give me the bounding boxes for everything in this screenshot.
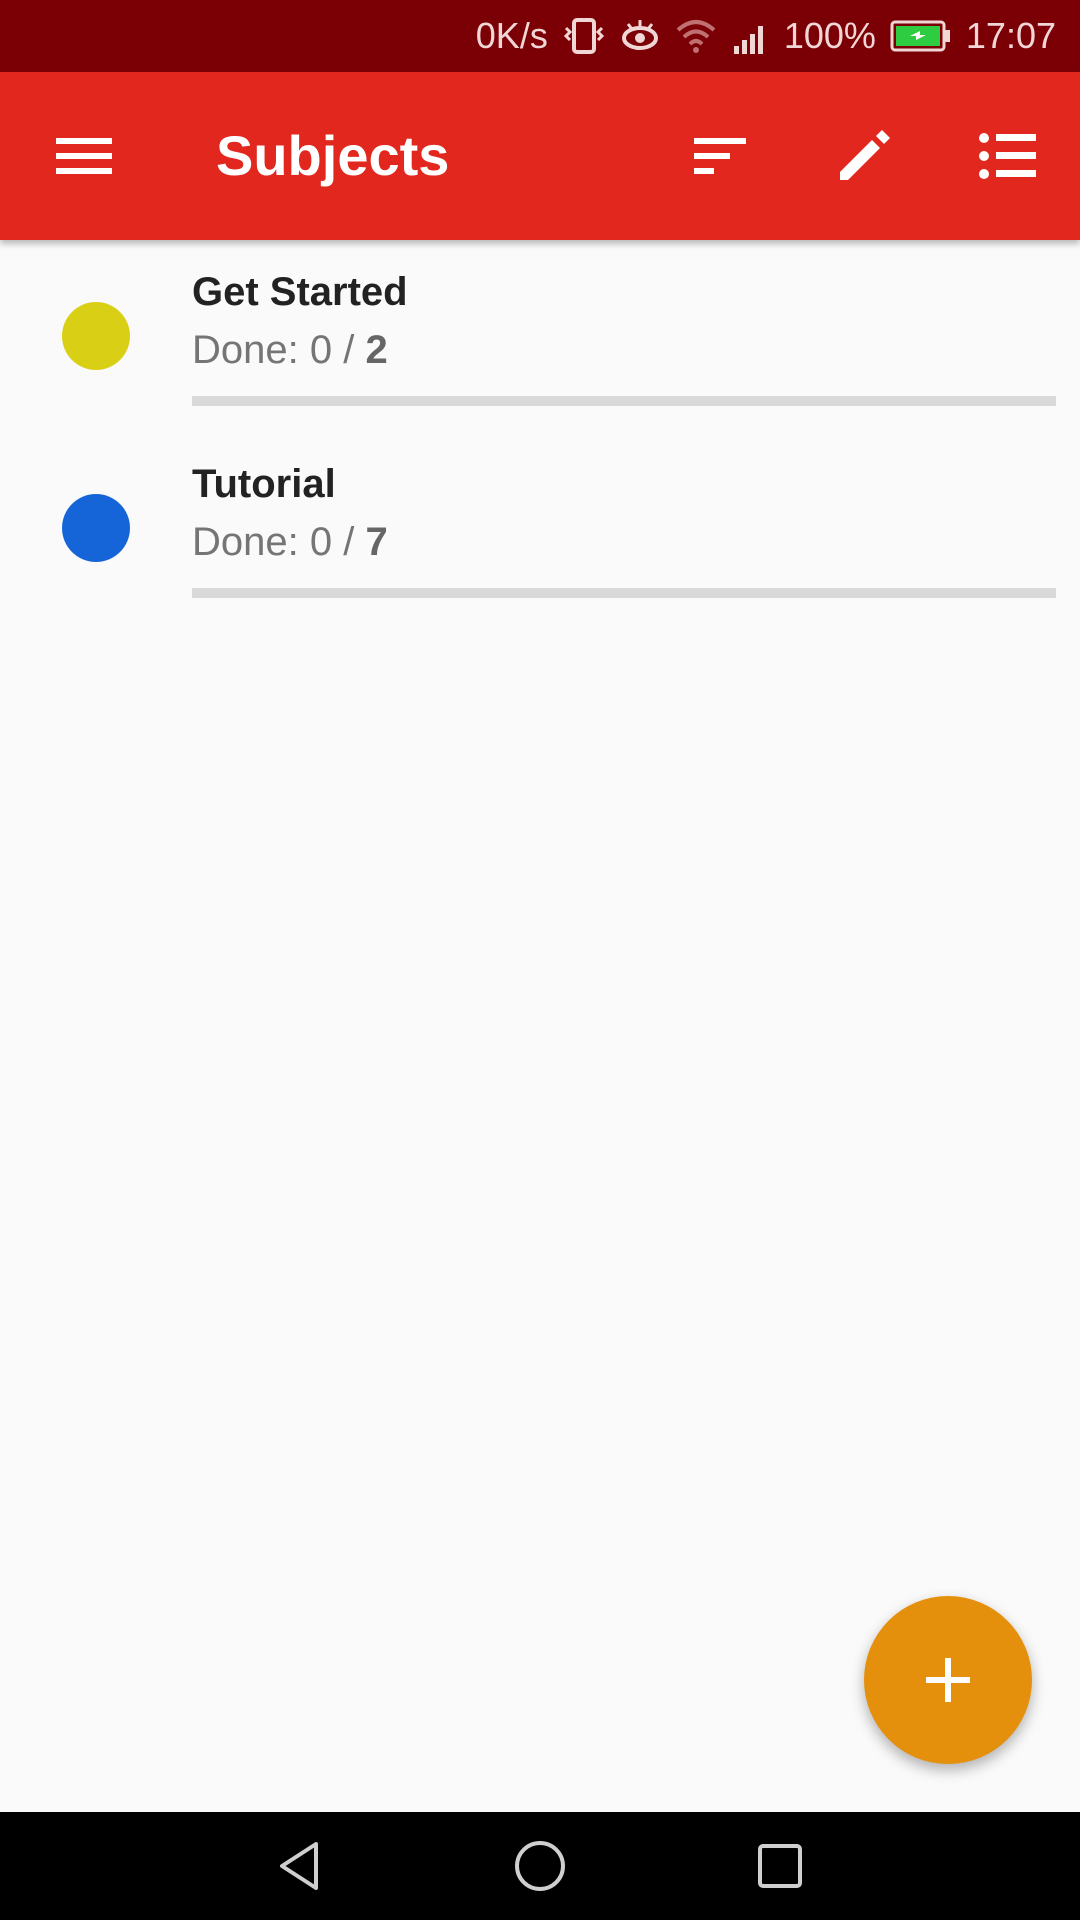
wifi-icon	[674, 16, 718, 56]
sort-icon	[694, 138, 746, 174]
subject-title: Tutorial	[192, 462, 336, 506]
edit-button[interactable]	[804, 72, 924, 240]
edit-icon	[840, 130, 890, 180]
page-title: Subjects	[216, 124, 450, 187]
home-icon	[515, 1841, 565, 1891]
signal-icon	[732, 16, 770, 56]
clock: 17:07	[965, 15, 1056, 56]
battery-icon	[890, 20, 952, 52]
sort-button[interactable]	[660, 72, 780, 240]
menu-button[interactable]	[24, 72, 144, 240]
recents-icon	[758, 1844, 802, 1888]
subject-color-dot	[62, 302, 130, 370]
add-icon	[926, 1658, 970, 1702]
subject-color-dot	[62, 494, 130, 562]
back-button[interactable]	[240, 1812, 360, 1920]
done-total: 7	[365, 520, 388, 564]
subject-item-tutorial[interactable]: Tutorial Done: 0 / 7	[0, 432, 1080, 624]
back-icon	[280, 1842, 318, 1890]
status-bar: 0K/s 100% 17:07	[0, 0, 1080, 72]
list-view-button[interactable]	[948, 72, 1068, 240]
done-total: 2	[365, 328, 388, 372]
system-nav-bar	[0, 1812, 1080, 1920]
home-button[interactable]	[480, 1812, 600, 1920]
done-label: Done: 0 /	[192, 328, 366, 372]
list-icon	[979, 133, 1036, 179]
app-bar: Subjects	[0, 72, 1080, 240]
menu-icon	[56, 138, 112, 174]
subject-title: Get Started	[192, 270, 408, 314]
battery-percent: 100%	[783, 15, 876, 56]
recents-button[interactable]	[720, 1812, 840, 1920]
subject-progress-bar	[192, 396, 1056, 406]
add-subject-button[interactable]	[864, 1596, 1032, 1764]
vibrate-icon	[562, 16, 606, 56]
subject-progress-bar	[192, 588, 1056, 598]
subject-list: Get Started Done: 0 / 2 Tutorial Done: 0…	[0, 240, 1080, 624]
subject-done-count: Done: 0 / 7	[192, 520, 388, 565]
subject-item-get-started[interactable]: Get Started Done: 0 / 2	[0, 240, 1080, 432]
eye-icon	[620, 16, 660, 56]
subject-done-count: Done: 0 / 2	[192, 328, 388, 373]
done-label: Done: 0 /	[192, 520, 366, 564]
network-speed: 0K/s	[475, 15, 548, 56]
